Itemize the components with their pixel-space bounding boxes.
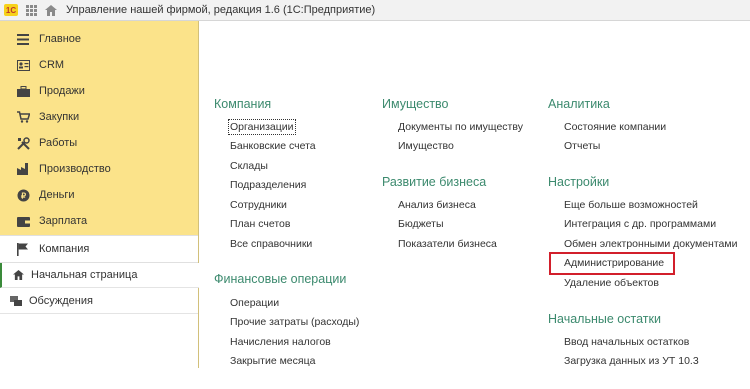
sidebar-item-company[interactable]: Компания — [0, 235, 198, 263]
sidebar-item-label: Деньги — [39, 189, 75, 201]
cart-icon — [16, 110, 30, 124]
chat-icon — [10, 295, 22, 307]
svg-text:₽: ₽ — [20, 191, 25, 200]
link-delete-objects[interactable]: Удаление объектов — [564, 277, 659, 289]
link-chart-of-accounts[interactable]: План счетов — [230, 218, 290, 230]
sidebar-item-label: Обсуждения — [29, 295, 93, 307]
link-organizations[interactable]: Организации — [228, 119, 296, 135]
section-title-financial-operations: Финансовые операции — [214, 272, 347, 286]
sidebar-item-discussions[interactable]: Обсуждения — [0, 289, 198, 314]
administration-highlight-box — [549, 252, 675, 275]
link-other-expenses[interactable]: Прочие затраты (расходы) — [230, 316, 359, 328]
link-property-documents[interactable]: Документы по имуществу — [398, 121, 523, 133]
link-reports[interactable]: Отчеты — [564, 140, 600, 152]
section-title-analytics: Аналитика — [548, 97, 610, 111]
link-business-analysis[interactable]: Анализ бизнеса — [398, 199, 476, 211]
menu-lines-icon — [16, 32, 30, 46]
briefcase-icon — [16, 84, 30, 98]
window-titlebar: 1С Управление нашей фирмой, редакция 1.6… — [0, 0, 750, 21]
link-employees[interactable]: Сотрудники — [230, 199, 287, 211]
sidebar-item-salary[interactable]: Зарплата — [0, 208, 198, 234]
sidebar-item-production[interactable]: Производство — [0, 156, 198, 182]
tools-icon — [16, 136, 30, 150]
home-icon — [12, 269, 24, 281]
sidebar-item-main[interactable]: Главное — [0, 26, 198, 52]
sidebar-item-label: CRM — [39, 59, 65, 71]
sidebar-item-label: Работы — [39, 137, 78, 149]
link-more-features[interactable]: Еще больше возможностей — [564, 199, 698, 211]
sidebar-item-purchases[interactable]: Закупки — [0, 104, 198, 130]
link-bank-accounts[interactable]: Банковские счета — [230, 140, 316, 152]
contacts-card-icon — [16, 58, 30, 72]
section-title-settings: Настройки — [548, 175, 610, 189]
link-operations[interactable]: Операции — [230, 297, 279, 309]
section-title-company: Компания — [214, 97, 272, 111]
sidebar-item-label: Закупки — [39, 111, 80, 123]
link-company-state[interactable]: Состояние компании — [564, 121, 666, 133]
link-budgets[interactable]: Бюджеты — [398, 218, 444, 230]
section-title-business-development: Развитие бизнеса — [382, 175, 487, 189]
wallet-icon — [16, 214, 30, 228]
main-panel: Компания Организации Банковские счета Ск… — [199, 21, 750, 368]
section-title-opening-balances: Начальные остатки — [548, 312, 661, 326]
link-tax-accruals[interactable]: Начисления налогов — [230, 336, 331, 348]
flag-icon — [16, 242, 30, 256]
sidebar-item-crm[interactable]: CRM — [0, 52, 198, 78]
sidebar-item-label: Зарплата — [39, 215, 88, 227]
coin-icon: ₽ — [16, 188, 30, 202]
sidebar-item-label: Производство — [39, 163, 111, 175]
link-load-from-ut[interactable]: Загрузка данных из УТ 10.3 — [564, 355, 699, 367]
link-business-indicators[interactable]: Показатели бизнеса — [398, 238, 497, 250]
link-edi-exchange[interactable]: Обмен электронными документами — [564, 238, 737, 250]
sidebar-item-sales[interactable]: Продажи — [0, 78, 198, 104]
app-logo: 1С — [4, 4, 18, 16]
link-warehouses[interactable]: Склады — [230, 160, 268, 172]
window-title: Управление нашей фирмой, редакция 1.6 (1… — [66, 4, 376, 16]
link-month-closing[interactable]: Закрытие месяца — [230, 355, 315, 367]
link-enter-opening-balances[interactable]: Ввод начальных остатков — [564, 336, 689, 348]
sidebar-item-home-page[interactable]: Начальная страница — [0, 263, 200, 288]
sections-panel: Главное CRM Продажи Закупки Работы Произ… — [0, 21, 200, 389]
factory-icon — [16, 162, 30, 176]
link-departments[interactable]: Подразделения — [230, 179, 306, 191]
sidebar-item-label: Компания — [39, 243, 90, 255]
sidebar-item-label: Продажи — [39, 85, 85, 97]
link-all-catalogs[interactable]: Все справочники — [230, 238, 312, 250]
sidebar-item-label: Главное — [39, 33, 82, 45]
sidebar-item-works[interactable]: Работы — [0, 130, 198, 156]
sidebar-item-money[interactable]: ₽ Деньги — [0, 182, 198, 208]
section-title-property: Имущество — [382, 97, 449, 111]
link-property[interactable]: Имущество — [398, 140, 454, 152]
home-icon[interactable] — [44, 3, 58, 17]
link-integration[interactable]: Интеграция с др. программами — [564, 218, 716, 230]
sidebar-item-label: Начальная страница — [31, 269, 138, 281]
apps-grid-icon[interactable] — [24, 3, 38, 17]
